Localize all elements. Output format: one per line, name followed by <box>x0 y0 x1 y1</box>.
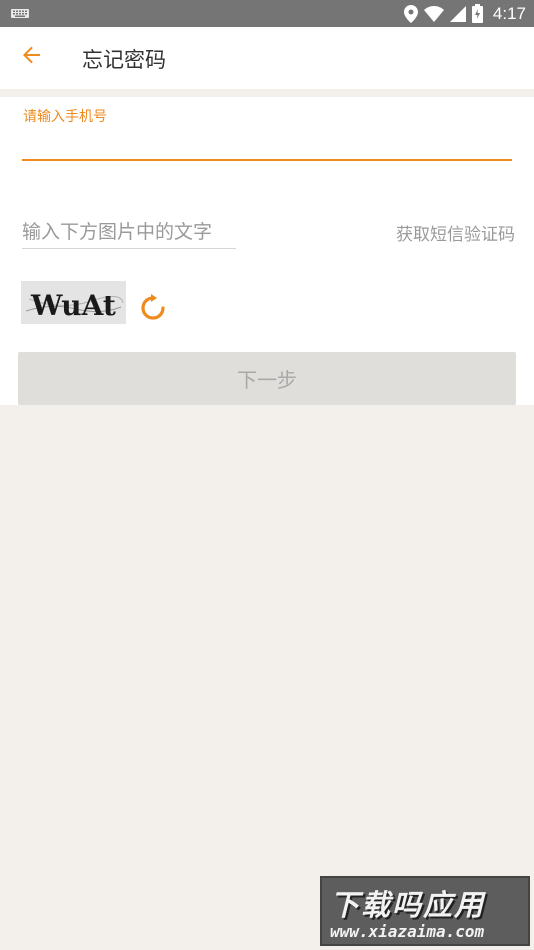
section-divider <box>0 89 534 97</box>
status-time: 4:17 <box>492 3 526 23</box>
signal-icon <box>449 5 466 22</box>
status-bar: 4:17 <box>0 0 534 27</box>
watermark-logo: 下载吗应用 www.xiazaima.com <box>320 876 530 946</box>
refresh-icon[interactable] <box>138 293 168 323</box>
keyboard-icon <box>11 9 29 18</box>
get-sms-code-button[interactable]: 获取短信验证码 <box>396 220 515 245</box>
watermark-title: 下载吗应用 <box>330 888 486 922</box>
app-bar: 忘记密码 <box>0 27 534 89</box>
battery-charging-icon <box>471 4 483 23</box>
page-title: 忘记密码 <box>82 48 166 72</box>
phone-field-label: 请输入手机号 <box>23 109 107 125</box>
watermark-url: www.xiazaima.com <box>330 922 485 941</box>
arrow-left-icon[interactable] <box>18 41 46 69</box>
wifi-icon <box>423 5 444 22</box>
captcha-input[interactable] <box>22 215 236 249</box>
captcha-text: WuAt <box>30 289 116 322</box>
forgot-password-form: 请输入手机号 获取短信验证码 WuAt 下一步 <box>0 97 534 405</box>
phone-input[interactable] <box>22 129 512 161</box>
next-step-button[interactable]: 下一步 <box>18 352 516 405</box>
captcha-image[interactable]: WuAt <box>21 281 126 324</box>
location-icon <box>403 4 418 23</box>
